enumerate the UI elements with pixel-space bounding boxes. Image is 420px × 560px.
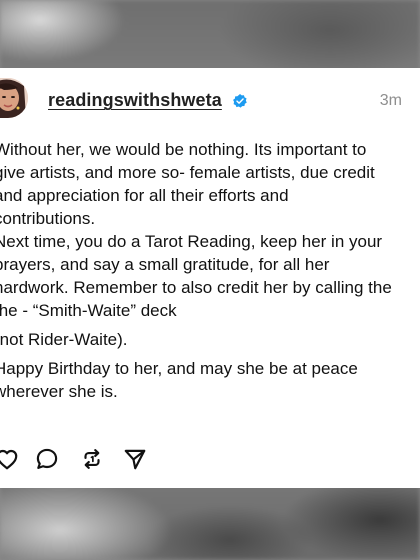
post-text-line: Happy Birthday to her, and may she be at… (0, 359, 358, 378)
post-text-line: (not Rider-Waite). (0, 330, 128, 349)
username[interactable]: readingswithshweta (48, 90, 222, 111)
post-text-line: wherever she is. (0, 382, 118, 401)
post-body: Without her, we would be nothing. Its im… (0, 138, 420, 403)
post-text-line: give artists, and more so- female artist… (0, 163, 375, 182)
comment-icon[interactable] (34, 446, 60, 472)
send-icon[interactable] (122, 446, 148, 472)
post-card: readingswithshweta 3m Without her, we wo… (0, 68, 420, 488)
post-text-line: and appreciation for all their efforts a… (0, 186, 289, 205)
post-text-line: prayers, and say a small gratitude, for … (0, 255, 330, 274)
post-actions (0, 446, 194, 472)
post-text-line: hardwork. Remember to also credit her by… (0, 278, 392, 297)
post-text-line: contributions. (0, 209, 96, 228)
post-text-line: the - “Smith-Waite” deck (0, 301, 177, 320)
post-text-line: Next time, you do a Tarot Reading, keep … (0, 232, 383, 251)
post-text-line: Without her, we would be nothing. Its im… (0, 140, 367, 159)
heart-icon[interactable] (0, 446, 20, 472)
repost-icon[interactable] (79, 446, 105, 472)
avatar[interactable] (0, 78, 28, 118)
verified-badge-icon (233, 94, 247, 108)
post-time: 3m (379, 92, 402, 109)
